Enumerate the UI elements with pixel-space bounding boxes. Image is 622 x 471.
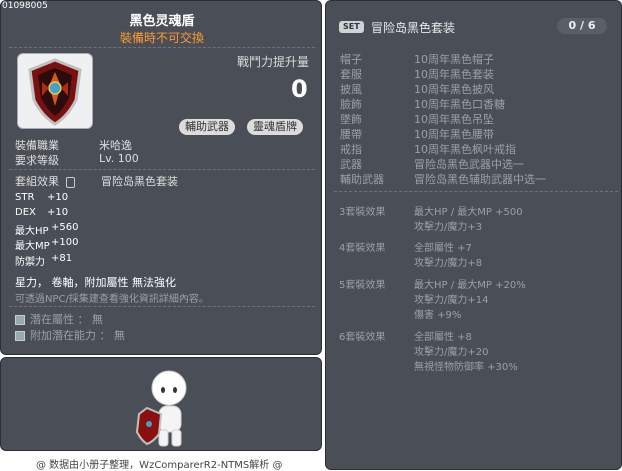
set-effect-value: 冒险岛黑色套装 — [101, 175, 178, 188]
set-part-name: 冒险岛黑色辅助武器中选一 — [414, 173, 546, 186]
set-part-name: 10周年黑色吊坠 — [414, 113, 494, 126]
set-bonus-line: 攻擊力/魔力+14 — [414, 295, 489, 306]
set-bonus-line: 全部屬性 +8 — [414, 332, 472, 343]
item-name: 黑色灵魂盾 — [129, 14, 195, 29]
shield-icon — [28, 58, 82, 126]
level-value: Lv. 100 — [99, 152, 139, 165]
set-part-name: 10周年黑色腰带 — [414, 128, 494, 141]
potential-label: 潛在屬性 ： 無 — [30, 313, 103, 326]
untradeable-notice: 裝備時不可交換 — [119, 31, 204, 45]
level-label: 要求等級 — [15, 154, 59, 167]
set-bonus-line: 最大HP / 最大MP +20% — [414, 280, 526, 291]
item-tooltip-panel: 01098005 黑色灵魂盾 裝備時不可交換 戰鬥力提升量 0 輔助武器 靈魂盾… — [0, 0, 322, 355]
set-bonus-title: 4套裝效果 — [339, 243, 386, 254]
divider — [334, 191, 618, 192]
set-bonus-line: 全部屬性 +7 — [414, 243, 472, 254]
set-part-slot: 輔助武器 — [340, 173, 384, 186]
set-bonus-line: 攻擊力/魔力+3 — [414, 222, 483, 233]
bonus-potential-row: 附加潛在能力 ： 無 — [15, 327, 125, 343]
set-badge: SET — [339, 21, 364, 33]
divider — [9, 169, 315, 170]
set-part-name: 10周年黑色帽子 — [414, 53, 494, 66]
lock-icon — [65, 176, 75, 188]
tag-secondary-weapon: 輔助武器 — [179, 119, 235, 135]
set-name: 冒险岛黑色套装 — [371, 21, 456, 35]
set-part-name: 10周年黑色披风 — [414, 83, 494, 96]
set-tooltip-panel: SET 冒险岛黑色套装 0 / 6 帽子 10周年黑色帽子 套服 10周年黑色套… — [325, 0, 622, 470]
job-label: 裝備職業 — [15, 139, 59, 152]
set-part-slot: 帽子 — [340, 53, 362, 66]
potential-row: 潛在屬性 ： 無 — [15, 311, 103, 327]
set-part-slot: 墜飾 — [340, 113, 362, 126]
set-part-name: 10周年黑色枫叶戒指 — [414, 143, 516, 156]
bonus-potential-label: 附加潛在能力 ： 無 — [30, 329, 125, 342]
stat-value: +560 — [51, 222, 79, 233]
job-value: 米哈逸 — [99, 139, 132, 152]
set-part-slot: 披風 — [340, 83, 362, 96]
stat-label: 防禦力 — [15, 257, 45, 268]
set-count: 0 / 6 — [557, 18, 607, 34]
stat-label: 最大HP — [15, 226, 49, 237]
character-avatar — [135, 370, 187, 447]
set-part-name: 10周年黑色口香糖 — [414, 98, 505, 111]
set-bonus-line: 攻擊力/魔力+8 — [414, 258, 483, 269]
set-part-name: 冒险岛黑色武器中选一 — [414, 158, 524, 171]
power-gain-value: 0 — [291, 75, 308, 103]
set-effect-row: 套組效果 冒险岛黑色套装 — [15, 173, 178, 189]
stat-value: +10 — [47, 207, 69, 218]
set-part-slot: 套服 — [340, 68, 362, 81]
set-part-slot: 臉飾 — [340, 98, 362, 111]
set-bonus-line: 無視怪物防御率 +30% — [414, 362, 518, 373]
job-row: 裝備職業 米哈逸 — [15, 137, 132, 153]
bonus-potential-icon — [15, 331, 25, 341]
set-effect-label: 套組效果 — [15, 175, 59, 188]
set-part-slot: 腰帶 — [340, 128, 362, 141]
avatar-preview-panel — [0, 357, 322, 451]
set-part-name: 10周年黑色套装 — [414, 68, 494, 81]
item-icon-frame — [17, 53, 93, 129]
level-row: 要求等級 Lv. 100 — [15, 152, 139, 168]
stat-value: +100 — [51, 237, 79, 248]
power-gain-label: 戰鬥力提升量 — [237, 55, 310, 69]
stat-value: +81 — [51, 253, 73, 264]
stat-label: DEX — [15, 207, 36, 218]
set-bonus-line: 最大HP / 最大MP +500 — [414, 207, 523, 218]
set-part-slot: 戒指 — [340, 143, 362, 156]
stat-label: 最大MP — [15, 241, 50, 252]
stat-label: STR — [15, 192, 35, 203]
set-bonus-line: 傷害 +9% — [414, 310, 462, 321]
enhance-restriction: 星力， 卷軸，附加屬性 無法強化 — [15, 276, 176, 289]
stat-value: +10 — [47, 192, 69, 203]
set-bonus-line: 攻擊力/魔力+20 — [414, 347, 489, 358]
set-bonus-title: 6套裝效果 — [339, 332, 386, 343]
divider — [9, 306, 315, 307]
set-bonus-title: 3套裝效果 — [339, 207, 386, 218]
set-bonus-title: 5套裝效果 — [339, 280, 386, 291]
potential-icon — [15, 315, 25, 325]
tag-soul-shield: 靈魂盾牌 — [247, 119, 303, 135]
enhance-info: 可透過NPC/採集建查看強化資訊詳細內容。 — [15, 294, 209, 305]
divider — [9, 47, 315, 48]
set-part-slot: 武器 — [340, 158, 362, 171]
